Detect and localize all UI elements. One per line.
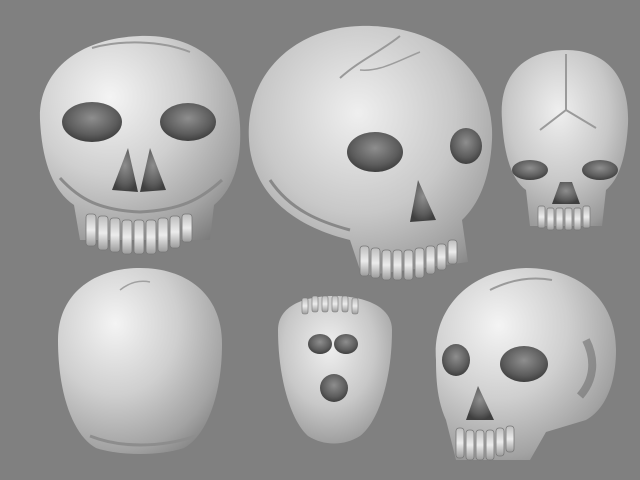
skull-render-scene bbox=[0, 0, 640, 480]
skull-top-front-view bbox=[501, 50, 629, 231]
skull-oblique-right-view bbox=[435, 268, 616, 461]
skull-oblique-view bbox=[248, 25, 493, 281]
skull-back-view bbox=[58, 268, 222, 454]
skull-bottom-view bbox=[278, 295, 392, 444]
skull-render-canvas bbox=[39, 25, 629, 461]
skull-front-view bbox=[39, 35, 241, 255]
